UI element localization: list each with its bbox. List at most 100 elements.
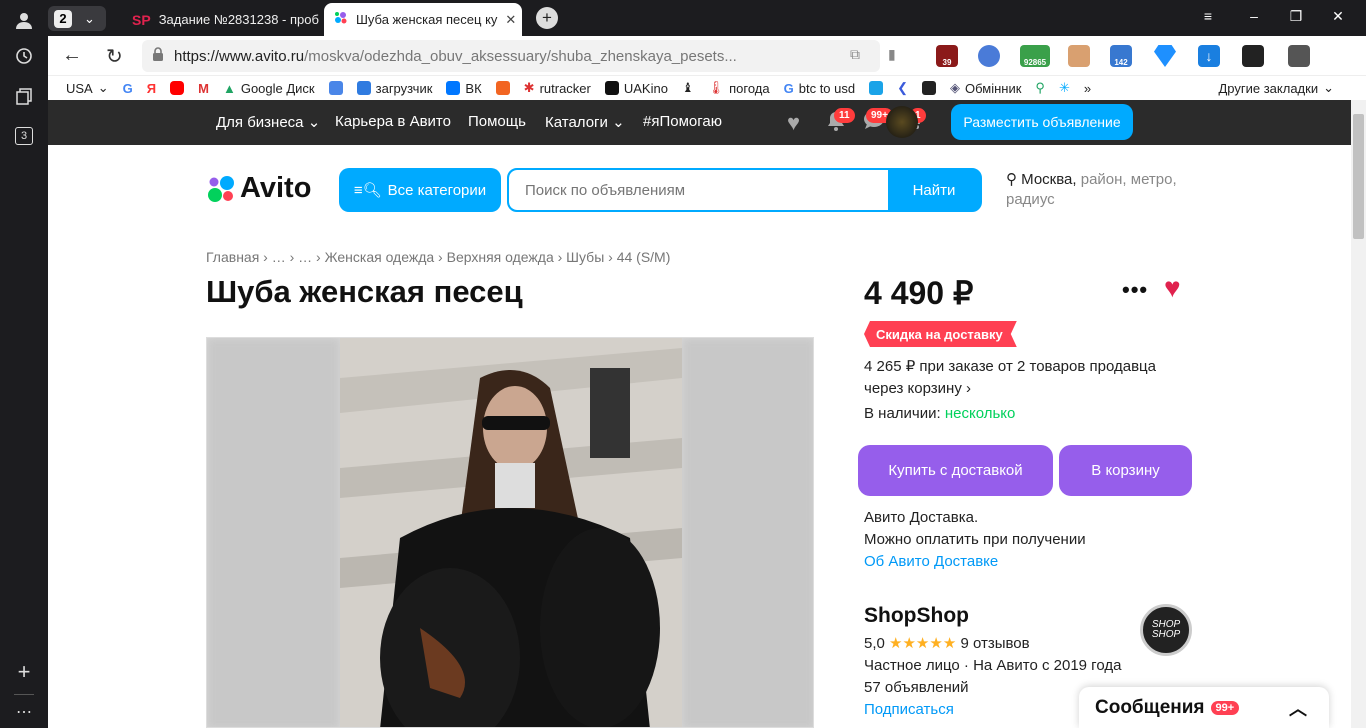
tab-counter-icon[interactable]: 3 xyxy=(12,124,36,148)
location-selector[interactable]: ⚲ Москва, район, метро, радиус xyxy=(1006,170,1196,210)
history-icon[interactable] xyxy=(12,44,36,68)
bookmark-vk[interactable]: ВК xyxy=(446,80,482,96)
favorites-heart-icon[interactable]: ♥ xyxy=(787,110,800,136)
chevron-down-icon: ⌄ xyxy=(612,114,625,131)
bookmark-label: ВК xyxy=(465,80,482,96)
bookmark-chess[interactable]: ♝ xyxy=(682,80,694,96)
messages-widget[interactable]: Сообщения 99+ ︿ xyxy=(1079,687,1329,728)
bookmark-uakino[interactable]: UAKino xyxy=(604,81,668,96)
address-bar[interactable]: https://www.avito.ru/moskva/odezhda_obuv… xyxy=(142,40,880,72)
extension-puzzle-icon[interactable] xyxy=(1288,45,1310,67)
bc-icon xyxy=(922,81,937,95)
bookmark-btc[interactable]: Gbtc to usd xyxy=(784,81,856,96)
categories-label: Все категории xyxy=(387,181,487,199)
bookmark-f[interactable] xyxy=(495,81,510,95)
browser-window: 3 + ⋯ 2 ⌄ SP Задание №2831238 - проб Шуб… xyxy=(0,0,1366,728)
post-ad-button[interactable]: Разместить объявление xyxy=(951,104,1133,140)
delivery-line1: Авито Доставка. xyxy=(864,509,979,526)
more-options-icon[interactable]: ••• xyxy=(1122,277,1148,303)
avito-favicon-icon xyxy=(334,11,348,28)
tab-task[interactable]: SP Задание №2831238 - проб xyxy=(122,3,324,36)
chevron-up-icon[interactable]: ︿ xyxy=(1289,695,1307,721)
breadcrumb[interactable]: Главная › … › … › Женская одежда › Верхн… xyxy=(206,249,670,265)
vk-icon xyxy=(446,81,461,95)
collections-icon[interactable] xyxy=(12,84,36,108)
chevron-double-icon: » xyxy=(1083,80,1092,96)
other-bookmarks[interactable]: Другие закладки ⌄ xyxy=(1218,80,1334,96)
bookmark-exchanger[interactable]: ◈ Обмінник xyxy=(950,80,1021,96)
share-icon[interactable]: ⧉ xyxy=(850,46,860,63)
bookmark-weather[interactable]: 🌡 погода xyxy=(708,80,770,96)
reload-icon[interactable]: ↻ xyxy=(106,44,123,69)
page-title: Шуба женская песец xyxy=(206,274,523,309)
extension-shield-icon[interactable]: 39 xyxy=(936,45,958,67)
download-icon[interactable]: ↓ xyxy=(1198,45,1220,67)
extension-calendar-icon[interactable]: 142 xyxy=(1110,45,1132,67)
extension-globe-icon[interactable] xyxy=(978,45,1000,67)
all-categories-button[interactable]: ≡🔍︎ Все категории xyxy=(339,168,501,212)
avatar[interactable] xyxy=(886,106,918,138)
bookmark-google[interactable]: G xyxy=(123,81,133,96)
delivery-line2: Можно оплатить при получении xyxy=(864,531,1086,548)
nav-help-campaign[interactable]: #яПомогаю xyxy=(643,113,722,130)
chevron-down-icon: ⌄ xyxy=(84,10,95,26)
close-icon[interactable]: ✕ xyxy=(505,12,516,28)
multi-order-price[interactable]: 4 265 ₽ при заказе от 2 товаров продавца… xyxy=(864,356,1156,400)
extension-dark-icon[interactable] xyxy=(1242,45,1264,67)
bookmark-usa[interactable]: USA ⌄ xyxy=(66,80,109,96)
bookmark-yandex[interactable]: Я xyxy=(147,81,156,96)
bookmark-arrow[interactable]: ❮ xyxy=(897,80,908,96)
messages-widget-badge: 99+ xyxy=(1210,700,1240,715)
tab-counter-label: 3 xyxy=(15,127,33,145)
minimize-icon[interactable]: – xyxy=(1242,8,1266,24)
profile-icon[interactable] xyxy=(12,8,36,32)
bookmarks-overflow[interactable]: » xyxy=(1084,81,1091,96)
seller-name[interactable]: ShopShop xyxy=(864,604,969,628)
search-input[interactable] xyxy=(509,170,888,210)
favorite-heart-icon[interactable]: ♥ xyxy=(1164,272,1181,304)
more-icon[interactable]: ⋯ xyxy=(12,700,36,724)
seller-avatar[interactable]: SHOP SHOP xyxy=(1140,604,1192,656)
close-window-icon[interactable]: ✕ xyxy=(1326,8,1350,25)
nav-catalogs[interactable]: Каталоги ⌄ xyxy=(545,113,625,131)
bookmark-translate[interactable] xyxy=(328,81,343,95)
bookmark-p[interactable] xyxy=(869,81,884,95)
menu-icon[interactable]: ≡ xyxy=(1196,8,1220,24)
bookmark-maps[interactable]: ⚲ xyxy=(1035,80,1045,96)
page-scrollbar[interactable] xyxy=(1351,100,1366,728)
price: 4 490 ₽ xyxy=(864,275,974,311)
new-tab-button[interactable]: + xyxy=(536,7,558,29)
nav-career[interactable]: Карьера в Авито xyxy=(335,113,451,130)
extension-counter-icon[interactable]: 92865 xyxy=(1020,45,1050,67)
avito-logo-icon xyxy=(208,175,234,202)
tab-group-button[interactable]: 2 ⌄ xyxy=(48,6,106,31)
delivery-link[interactable]: Об Авито Доставке xyxy=(864,551,1086,573)
buy-with-delivery-button[interactable]: Купить с доставкой xyxy=(858,445,1053,496)
bookmark-loader[interactable]: загрузчик xyxy=(356,81,432,96)
bookmark-rutracker[interactable]: ✱ rutracker xyxy=(524,80,591,96)
seller-reviews-link[interactable]: 9 отзывов xyxy=(960,635,1029,652)
listing-photo[interactable] xyxy=(206,337,814,728)
bookmark-gmail[interactable]: M xyxy=(198,81,209,96)
bookmark-star[interactable]: ✳ xyxy=(1059,80,1070,96)
bookmark-youtube[interactable] xyxy=(170,81,185,95)
restore-icon[interactable]: ❐ xyxy=(1284,8,1308,25)
nav-business[interactable]: Для бизнеса ⌄ xyxy=(216,113,320,131)
nav-help[interactable]: Помощь xyxy=(468,113,526,130)
bookmark-google-drive[interactable]: ▲ Google Диск xyxy=(223,81,315,96)
loader-icon xyxy=(356,81,371,95)
stock-info: В наличии: несколько xyxy=(864,403,1015,425)
search-button[interactable]: Найти xyxy=(888,170,980,210)
back-icon[interactable]: ← xyxy=(62,44,82,67)
avito-top-bar: Для бизнеса ⌄ Карьера в Авито Помощь Кат… xyxy=(48,100,1351,145)
add-panel-icon[interactable]: + xyxy=(12,659,36,684)
gmail-icon: M xyxy=(198,80,209,96)
add-to-cart-button[interactable]: В корзину xyxy=(1059,445,1192,496)
bookmark-bc[interactable] xyxy=(922,81,937,95)
scrollbar-thumb[interactable] xyxy=(1353,114,1364,239)
tab-avito[interactable]: Шуба женская песец ку ✕ xyxy=(324,3,522,36)
bookmark-icon[interactable]: ▮ xyxy=(888,46,896,63)
avito-logo[interactable]: Avito xyxy=(206,172,311,205)
extension-face-icon[interactable] xyxy=(1068,45,1090,67)
extension-diamond-icon[interactable] xyxy=(1154,45,1176,67)
